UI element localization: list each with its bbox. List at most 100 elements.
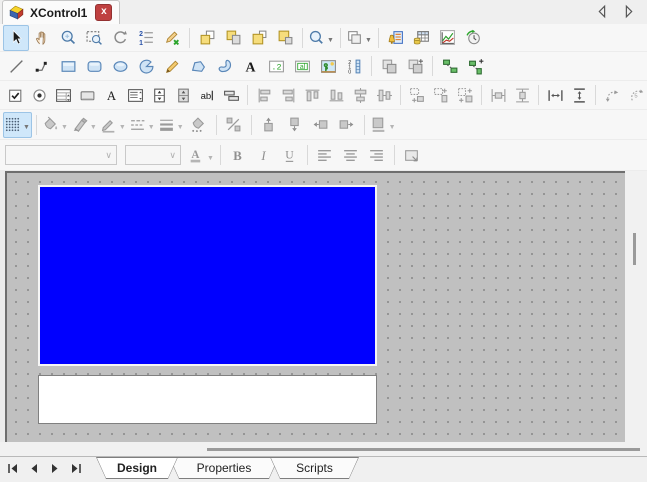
bring-forward-button[interactable] (246, 25, 272, 51)
ellipse-tool-button[interactable] (107, 53, 133, 79)
image-tool-button[interactable] (315, 53, 341, 79)
align-bottom-button (324, 82, 348, 108)
doc-tab-xcontrol1[interactable]: XControl1 x (2, 0, 120, 24)
horizontal-scrollbar[interactable] (0, 442, 647, 456)
text-tool-button[interactable]: A (237, 53, 263, 79)
number-display-tool-button[interactable]: .2 (263, 53, 289, 79)
splitter-control-button[interactable] (219, 82, 243, 108)
bring-to-front-button[interactable] (194, 25, 220, 51)
svg-text:5: 5 (634, 93, 637, 99)
center-window-v-button (510, 82, 534, 108)
checkbox-control-button[interactable] (3, 82, 27, 108)
align-center-v-button (372, 82, 396, 108)
align-center-v-icon (376, 87, 393, 104)
clock-refresh-icon (465, 29, 482, 46)
horizontal-scrollbar-thumb[interactable] (207, 448, 640, 451)
label-control-button[interactable]: A (99, 82, 123, 108)
center-window-v-icon (514, 87, 531, 104)
tab-scroll-right-icon[interactable] (620, 3, 637, 20)
align-shape-tool-button[interactable] (437, 53, 463, 79)
nudge-down-button (282, 112, 308, 138)
layers-button[interactable]: ▼ (345, 25, 374, 51)
rounded-rect-tool-icon (86, 58, 103, 75)
space-evenly-h-button[interactable] (543, 82, 567, 108)
alarm-list-button[interactable] (383, 25, 409, 51)
polyline-tool-icon (34, 58, 51, 75)
pie-tool-button[interactable] (133, 53, 159, 79)
vertical-scrollbar-thumb[interactable] (633, 233, 636, 265)
font-name-combo: ∨ (5, 145, 117, 165)
close-icon[interactable]: x (95, 4, 112, 21)
send-backward-button[interactable] (272, 25, 298, 51)
rotate-tool-button[interactable] (107, 25, 133, 51)
closed-curve-tool-button[interactable] (211, 53, 237, 79)
polygon-tool-button[interactable] (185, 53, 211, 79)
ellipse-tool-icon (112, 58, 129, 75)
toolbar-font: ∨∨A▼BIU (0, 140, 647, 171)
scale-tool-button[interactable]: 210 (341, 53, 367, 79)
zoom-tool-button[interactable] (55, 25, 81, 51)
line-tool-button[interactable] (3, 53, 29, 79)
pencil-tool-button[interactable] (159, 53, 185, 79)
radio-control-button[interactable] (27, 82, 51, 108)
align-shape-add-tool-button[interactable] (463, 53, 489, 79)
tab-design[interactable]: Design (96, 457, 178, 479)
group-tool-icon (381, 58, 398, 75)
button-control-button[interactable] (75, 82, 99, 108)
toolbar-separator (481, 85, 482, 105)
closed-curve-tool-icon (216, 58, 233, 75)
dropdown-caret-icon: ▼ (327, 37, 334, 44)
underline-icon: U (281, 147, 298, 164)
spinner-control-button[interactable] (147, 82, 171, 108)
tab-scroll-left-icon[interactable] (594, 3, 611, 20)
nav-first-icon[interactable] (5, 460, 21, 476)
grid-toggle-button[interactable]: ▼ (3, 112, 32, 138)
blue-rectangle[interactable] (38, 185, 377, 366)
bottom-tab-bar: DesignPropertiesScripts (0, 456, 647, 482)
nav-last-icon[interactable] (68, 460, 84, 476)
listbox-control-button[interactable] (123, 82, 147, 108)
zoom-region-tool-button[interactable] (81, 25, 107, 51)
send-to-back-button[interactable] (220, 25, 246, 51)
scale-tool-icon: 210 (346, 58, 363, 75)
same-size-icon (457, 87, 474, 104)
data-table-button[interactable] (409, 25, 435, 51)
nav-next-icon[interactable] (47, 460, 63, 476)
listbox-control-icon (127, 87, 144, 104)
text-frame-icon (403, 147, 420, 164)
vertical-scrollbar[interactable] (625, 171, 647, 442)
spinner-control-icon (151, 87, 168, 104)
zoom-level-button[interactable]: ▼ (307, 25, 336, 51)
grid-control-button[interactable] (51, 82, 75, 108)
design-canvas[interactable] (5, 171, 625, 442)
updown-control-button[interactable] (171, 82, 195, 108)
edit-control-button[interactable]: ab (195, 82, 219, 108)
space-evenly-v-button[interactable] (567, 82, 591, 108)
svg-text:1: 1 (139, 40, 143, 46)
polyline-tool-button[interactable] (29, 53, 55, 79)
zoom-level-icon (308, 29, 325, 46)
select-tool-button[interactable] (3, 25, 29, 51)
nav-prev-icon[interactable] (26, 460, 42, 476)
rounded-rect-tool-button[interactable] (81, 53, 107, 79)
clock-refresh-button[interactable] (461, 25, 487, 51)
tab-scripts[interactable]: Scripts (270, 457, 359, 479)
toolbar-separator (371, 56, 372, 76)
pan-tool-button[interactable] (29, 25, 55, 51)
line-style-icon (129, 116, 146, 133)
chart-button[interactable] (435, 25, 461, 51)
white-rectangle[interactable] (38, 375, 377, 424)
splitter-control-icon (223, 87, 240, 104)
same-height-button (429, 82, 453, 108)
bold-button: B (225, 142, 251, 168)
svg-text:0: 0 (348, 69, 351, 75)
tab-properties[interactable]: Properties (169, 457, 279, 479)
rect-tool-button[interactable] (55, 53, 81, 79)
edit-vertices-tool-button[interactable] (159, 25, 185, 51)
same-height-icon (433, 87, 450, 104)
toolbar-separator (340, 28, 341, 48)
grid-toggle-icon (4, 116, 21, 133)
tab-order-tool-button[interactable]: 21 (133, 25, 159, 51)
fill-effects-button (186, 112, 212, 138)
text-display-tool-button[interactable]: al (289, 53, 315, 79)
